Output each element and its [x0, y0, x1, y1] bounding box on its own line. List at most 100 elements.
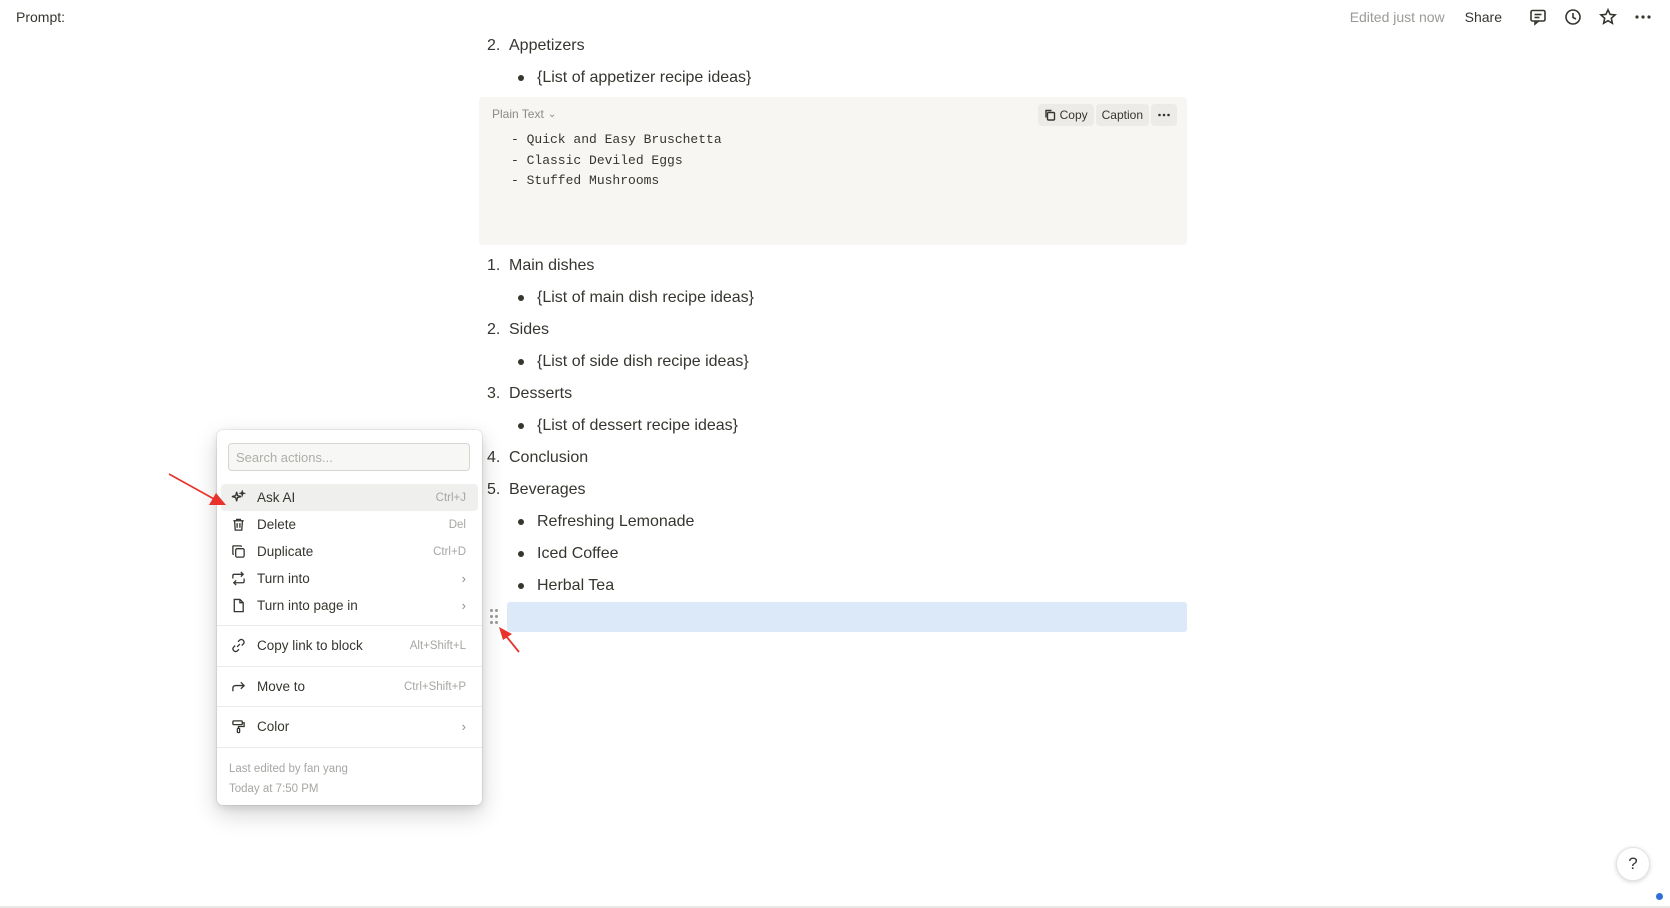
- menu-divider: [217, 706, 482, 707]
- page-title[interactable]: Prompt:: [16, 9, 65, 25]
- numbered-list-item[interactable]: 2. Appetizers: [479, 30, 1187, 62]
- bullet-icon: [518, 519, 524, 525]
- move-arrow-icon: [230, 679, 246, 695]
- bullet-icon: [518, 423, 524, 429]
- code-content[interactable]: - Quick and Easy Bruschetta - Classic Dev…: [511, 130, 722, 192]
- menu-item-shortcut: Ctrl+Shift+P: [404, 680, 466, 693]
- numbered-list-item[interactable]: 3. Desserts: [479, 378, 1187, 410]
- list-text[interactable]: Refreshing Lemonade: [537, 506, 694, 538]
- document-upper: 2. Appetizers {List of appetizer recipe …: [479, 30, 1187, 94]
- bulleted-list-item[interactable]: Herbal Tea: [479, 570, 1187, 602]
- copy-label: Copy: [1059, 108, 1088, 122]
- code-block[interactable]: Plain Text ⌄ Copy Caption - Quick and Ea…: [479, 97, 1187, 245]
- page-icon: [230, 598, 246, 614]
- bulleted-list-item[interactable]: Refreshing Lemonade: [479, 506, 1187, 538]
- bulleted-list-item[interactable]: {List of appetizer recipe ideas}: [479, 62, 1187, 94]
- list-text[interactable]: {List of side dish recipe ideas}: [537, 346, 749, 378]
- caption-button[interactable]: Caption: [1095, 104, 1149, 126]
- list-text[interactable]: Herbal Tea: [537, 570, 614, 602]
- drag-handle-icon[interactable]: [489, 607, 501, 627]
- list-text[interactable]: Appetizers: [509, 30, 585, 62]
- menu-item-label: Turn into page in: [257, 598, 358, 613]
- turn-into-icon: [230, 571, 246, 587]
- menu-item-label: Move to: [257, 679, 306, 694]
- menu-item-move-to[interactable]: Move to Ctrl+Shift+P: [221, 673, 478, 700]
- menu-item-ask-ai[interactable]: Ask AI Ctrl+J: [221, 484, 478, 511]
- code-line: - Quick and Easy Bruschetta: [511, 132, 722, 147]
- history-icon[interactable]: [1560, 5, 1586, 29]
- last-edited-at: Today at 7:50 PM: [229, 783, 319, 795]
- star-icon[interactable]: [1595, 5, 1621, 29]
- list-text[interactable]: Desserts: [509, 378, 572, 410]
- bulleted-list-item[interactable]: {List of main dish recipe ideas}: [479, 282, 1187, 314]
- bulleted-list-item[interactable]: {List of side dish recipe ideas}: [479, 346, 1187, 378]
- copy-code-button[interactable]: Copy: [1037, 104, 1094, 126]
- list-text[interactable]: {List of dessert recipe ideas}: [537, 410, 738, 442]
- bullet-icon: [518, 359, 524, 365]
- menu-item-duplicate[interactable]: Duplicate Ctrl+D: [221, 538, 478, 565]
- code-language-select[interactable]: Plain Text ⌄: [492, 107, 556, 121]
- menu-item-label: Color: [257, 719, 290, 734]
- numbered-list-item[interactable]: 5. Beverages: [479, 474, 1187, 506]
- menu-item-label: Turn into: [257, 571, 310, 586]
- numbered-list-item[interactable]: 1. Main dishes: [479, 250, 1187, 282]
- menu-item-label: Delete: [257, 517, 297, 532]
- document-lower: 1. Main dishes {List of main dish recipe…: [479, 250, 1187, 602]
- sparkle-icon: [230, 490, 246, 506]
- numbered-list-item[interactable]: 4. Conclusion: [479, 442, 1187, 474]
- list-number: 1.: [487, 257, 501, 274]
- list-number: 4.: [487, 449, 501, 466]
- paint-roller-icon: [230, 719, 246, 735]
- bullet-icon: [518, 75, 524, 81]
- menu-item-copy-link[interactable]: Copy link to block Alt+Shift+L: [221, 632, 478, 659]
- list-text[interactable]: Sides: [509, 314, 549, 346]
- bullet-icon: [518, 295, 524, 301]
- menu-divider: [217, 625, 482, 626]
- code-line: - Classic Deviled Eggs: [511, 152, 683, 168]
- list-text[interactable]: {List of main dish recipe ideas}: [537, 282, 754, 314]
- code-more-button[interactable]: [1151, 104, 1177, 126]
- last-edited-by: Last edited by fan yang: [229, 763, 348, 775]
- list-number: 5.: [487, 481, 501, 498]
- list-number: 2.: [487, 321, 501, 338]
- list-text[interactable]: Beverages: [509, 474, 586, 506]
- list-text[interactable]: Conclusion: [509, 442, 588, 474]
- menu-item-turn-into[interactable]: Turn into ›: [221, 565, 478, 592]
- trash-icon: [230, 517, 246, 533]
- share-button[interactable]: Share: [1465, 9, 1502, 25]
- top-bar: Prompt: Edited just now Share: [0, 0, 1670, 34]
- menu-item-turn-into-page-in[interactable]: Turn into page in ›: [221, 592, 478, 619]
- duplicate-icon: [230, 544, 246, 560]
- menu-item-label: Ask AI: [257, 490, 296, 505]
- menu-divider: [217, 747, 482, 748]
- bullet-icon: [518, 583, 524, 589]
- more-icon: [1158, 113, 1170, 117]
- menu-item-color[interactable]: Color ›: [221, 713, 478, 740]
- menu-item-shortcut: Ctrl+J: [435, 491, 466, 504]
- menu-item-label: Copy link to block: [257, 638, 363, 653]
- menu-divider: [217, 666, 482, 667]
- selected-empty-block[interactable]: [507, 602, 1187, 632]
- edited-status: Edited just now: [1349, 9, 1445, 25]
- search-actions-input[interactable]: [228, 443, 470, 471]
- numbered-list-item[interactable]: 2. Sides: [479, 314, 1187, 346]
- comment-icon[interactable]: [1525, 5, 1551, 29]
- help-button[interactable]: ?: [1616, 847, 1650, 881]
- code-line: - Stuffed Mushrooms: [511, 173, 660, 188]
- chevron-down-icon: ⌄: [547, 108, 557, 120]
- list-text[interactable]: {List of appetizer recipe ideas}: [537, 62, 751, 94]
- menu-item-label: Duplicate: [257, 544, 314, 559]
- bullet-icon: [518, 551, 524, 557]
- more-icon[interactable]: [1630, 5, 1656, 29]
- top-actions: Edited just now Share: [1350, 5, 1656, 29]
- menu-item-shortcut: Ctrl+D: [433, 545, 466, 558]
- bulleted-list-item[interactable]: Iced Coffee: [479, 538, 1187, 570]
- code-toolbar: Copy Caption: [1037, 104, 1177, 126]
- list-text[interactable]: Iced Coffee: [537, 538, 619, 570]
- bulleted-list-item[interactable]: {List of dessert recipe ideas}: [479, 410, 1187, 442]
- list-text[interactable]: Main dishes: [509, 250, 594, 282]
- chevron-right-icon: ›: [461, 571, 466, 586]
- block-action-menu: Ask AI Ctrl+J Delete Del Duplicate Ctrl+…: [217, 430, 482, 805]
- menu-item-delete[interactable]: Delete Del: [221, 511, 478, 538]
- status-dot: [1656, 893, 1663, 900]
